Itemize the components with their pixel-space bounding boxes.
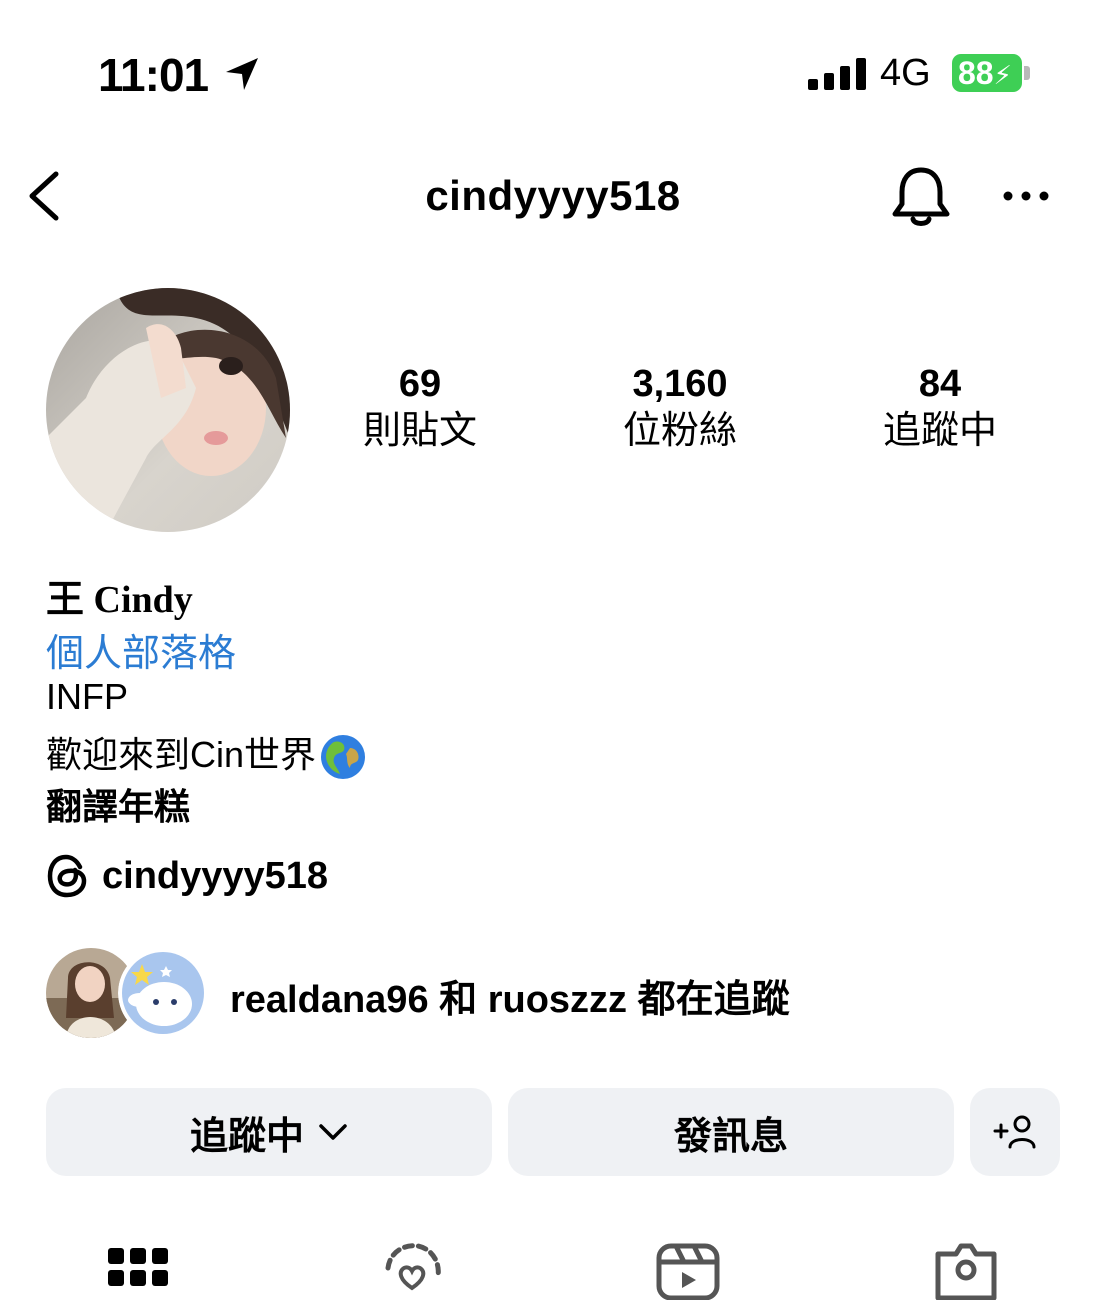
bell-notification-icon[interactable] [890, 164, 952, 230]
bio-line-mbti: INFP [46, 676, 129, 717]
chevron-down-icon [319, 1124, 347, 1140]
network-type: 4G [880, 52, 931, 94]
message-button-label: 發訊息 [673, 1115, 788, 1158]
more-options-icon[interactable] [1000, 184, 1052, 208]
following-button-label: 追蹤中 [189, 1115, 304, 1158]
mutual-followers-text[interactable]: realdana96 和 ruoszzz 都在追蹤 [230, 968, 790, 1023]
message-button[interactable]: 發訊息 [508, 1088, 954, 1176]
bio-line-welcome: 歡迎來到Cin世界 [46, 726, 366, 780]
battery-level: 88 [958, 55, 994, 91]
following-button[interactable]: 追蹤中 [46, 1088, 492, 1176]
stat-following-label: 追蹤中 [882, 410, 997, 452]
battery-indicator: 88⚡ [952, 54, 1022, 92]
suggest-people-button[interactable] [970, 1088, 1060, 1176]
stat-following[interactable]: 84 追蹤中 [830, 362, 1050, 456]
tagged-reels-icon[interactable] [380, 1240, 444, 1300]
globe-emoji-icon [321, 735, 366, 780]
add-person-icon [993, 1115, 1036, 1149]
stat-posts-count: 69 [398, 363, 442, 405]
stat-followers-label: 位粉絲 [622, 410, 737, 452]
tagged-photos-icon[interactable] [934, 1240, 998, 1300]
profile-avatar[interactable] [46, 288, 290, 532]
bio-line-translation[interactable]: 翻譯年糕 [46, 778, 190, 830]
bio-blog-link[interactable]: 個人部落格 [46, 622, 236, 677]
stat-posts-label: 則貼文 [362, 410, 477, 452]
mutual-follower-avatar-2[interactable] [118, 948, 208, 1038]
reels-icon[interactable] [656, 1240, 720, 1300]
profile-display-name: 王 Cindy [46, 579, 193, 621]
bio-welcome-text: 歡迎來到Cin世界 [46, 734, 317, 775]
threads-handle: cindyyyy518 [102, 854, 329, 897]
stat-following-count: 84 [918, 363, 962, 405]
charging-bolt-icon: ⚡ [993, 60, 1012, 90]
stat-followers[interactable]: 3,160 位粉絲 [570, 362, 790, 456]
cellular-signal-icon [808, 58, 866, 90]
location-arrow-icon [226, 58, 258, 90]
threads-badge[interactable]: cindyyyy518 [46, 852, 328, 900]
threads-logo-icon [47, 854, 87, 898]
grid-icon[interactable] [106, 1240, 170, 1300]
status-time: 11:01 [98, 49, 209, 101]
stat-posts[interactable]: 69 則貼文 [310, 362, 530, 456]
stat-followers-count: 3,160 [632, 363, 728, 405]
battery-tip [1024, 66, 1030, 80]
